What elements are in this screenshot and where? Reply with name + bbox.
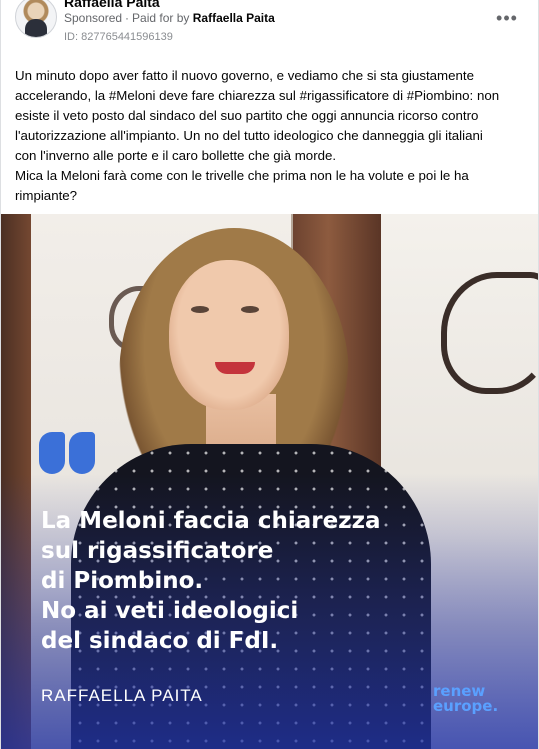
ad-signature: RAFFAELLA PAITA [41,686,203,705]
caption-line: con l'inverno alle porte e il caro bolle… [15,148,337,163]
quote-mark-icon [39,432,109,482]
caption-line: Un minuto dopo aver fatto il nuovo gover… [15,68,475,83]
post-meta: Sponsored · Paid for by Raffaella Paita [64,11,275,25]
paid-for-label: Paid for by [132,11,190,25]
sponsored-post: Raffaella Paita Sponsored · Paid for by Ra… [0,0,539,749]
post-caption: Un minuto dopo aver fatto il nuovo gover… [15,66,527,206]
headline-line: del sindaco di FdI. [41,628,279,654]
caption-line: esiste il veto posto dal sindaco del suo… [15,108,479,123]
caption-line: accelerando, la #Meloni deve fare chiare… [15,88,500,103]
avatar-figure [25,19,47,37]
author-name[interactable]: Raffaella Paita [64,0,160,10]
more-options-icon[interactable]: ••• [489,4,525,32]
portrait-eye-left [191,306,209,313]
post-header: Raffaella Paita Sponsored · Paid for by Ra… [1,0,538,54]
headline-line: No ai veti ideologici [41,598,299,624]
portrait-mouth [215,362,255,374]
headline-line: sul rigassificatore [41,538,274,564]
portrait-eye-right [241,306,259,313]
wall-ornament-right [441,272,538,394]
sponsored-label[interactable]: Sponsored [64,11,122,25]
renew-europe-logo: renew europe. [433,684,513,714]
caption-line: Mica la Meloni farà come con le trivelle… [15,168,469,183]
author-avatar[interactable] [15,0,57,38]
caption-line: rimpiante? [15,188,78,203]
headline-line: di Piombino. [41,568,204,594]
ad-headline: La Meloni faccia chiarezza sul rigassifi… [41,506,481,656]
logo-line-2: europe. [433,697,499,715]
meta-separator: · [125,11,130,25]
ad-id: ID: 827765441596139 [64,31,173,43]
caption-line: l'autorizzazione all'impianto. Un no del… [15,128,483,143]
portrait-face [169,260,289,410]
payer-name[interactable]: Raffaella Paita [193,11,275,25]
headline-line: La Meloni faccia chiarezza [41,508,381,534]
ad-creative-image[interactable]: La Meloni faccia chiarezza sul rigassifi… [1,214,538,749]
